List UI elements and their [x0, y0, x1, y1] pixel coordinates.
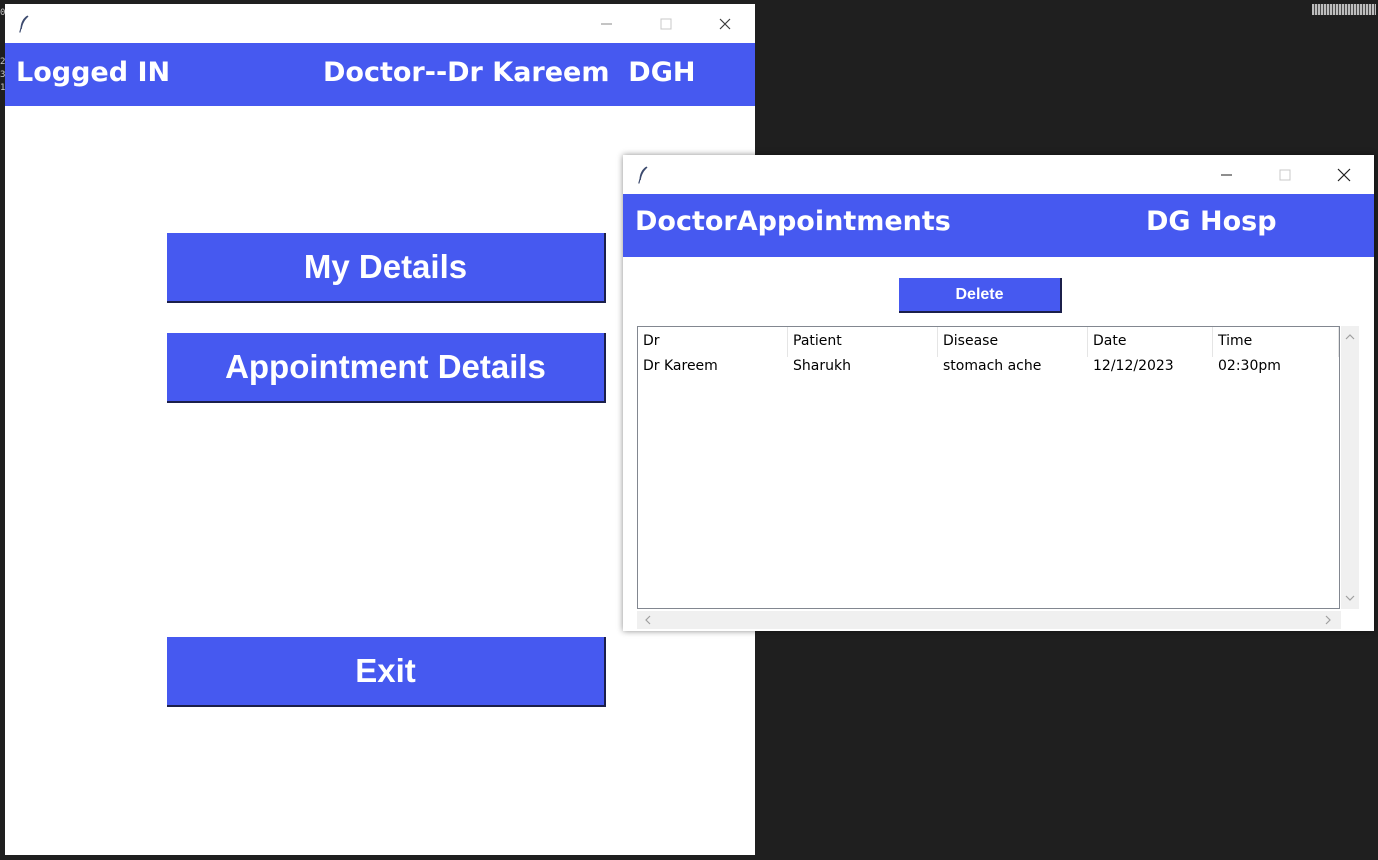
cell-date: 12/12/2023 — [1093, 358, 1174, 374]
cell-dr: Dr Kareem — [643, 358, 718, 374]
cell-disease: stomach ache — [943, 358, 1042, 374]
my-details-button[interactable]: My Details — [167, 233, 606, 303]
main-banner: Logged IN Doctor--Dr Kareem DGH — [5, 43, 755, 106]
appointment-details-button[interactable]: Appointment Details — [167, 333, 606, 403]
logged-in-label: Logged IN — [16, 57, 171, 88]
background-thumbnail — [1312, 4, 1376, 15]
column-header-time[interactable]: Time — [1213, 327, 1339, 357]
hospital-label: DG Hosp — [1146, 206, 1277, 237]
table-header: Dr Patient Disease Date Time — [638, 327, 1339, 357]
appointments-title-bar[interactable] — [623, 155, 1374, 193]
exit-button[interactable]: Exit — [167, 637, 606, 707]
chevron-right-icon[interactable] — [1321, 613, 1335, 627]
main-title-bar[interactable] — [5, 4, 755, 42]
close-icon[interactable] — [713, 12, 737, 36]
appointments-banner: DoctorAppointments DG Hosp — [623, 194, 1374, 257]
close-icon[interactable] — [1332, 163, 1356, 187]
column-header-disease[interactable]: Disease — [938, 327, 1088, 357]
table-row[interactable]: Dr Kareem Sharukh stomach ache 12/12/202… — [638, 357, 1339, 379]
chevron-down-icon[interactable] — [1343, 591, 1357, 605]
column-header-dr[interactable]: Dr — [638, 327, 788, 357]
cell-patient: Sharukh — [793, 358, 851, 374]
minimize-icon[interactable] — [1215, 163, 1239, 187]
appointments-table[interactable]: Dr Patient Disease Date Time Dr Kareem S… — [637, 326, 1340, 609]
chevron-up-icon[interactable] — [1343, 330, 1357, 344]
cell-time: 02:30pm — [1218, 358, 1281, 374]
column-header-date[interactable]: Date — [1088, 327, 1213, 357]
horizontal-scrollbar[interactable] — [637, 611, 1341, 629]
vertical-scrollbar[interactable] — [1341, 326, 1359, 609]
chevron-left-icon[interactable] — [641, 613, 655, 627]
feather-icon — [638, 166, 648, 184]
minimize-icon[interactable] — [595, 12, 619, 36]
doctor-label: Doctor--Dr Kareem DGH — [323, 57, 696, 88]
column-header-patient[interactable]: Patient — [788, 327, 938, 357]
maximize-icon[interactable] — [1273, 163, 1297, 187]
appointments-title: DoctorAppointments — [635, 206, 951, 237]
appointments-window: DoctorAppointments DG Hosp Delete Dr Pat… — [623, 155, 1374, 631]
delete-button[interactable]: Delete — [899, 278, 1062, 313]
maximize-icon[interactable] — [654, 12, 678, 36]
feather-icon — [19, 15, 29, 33]
